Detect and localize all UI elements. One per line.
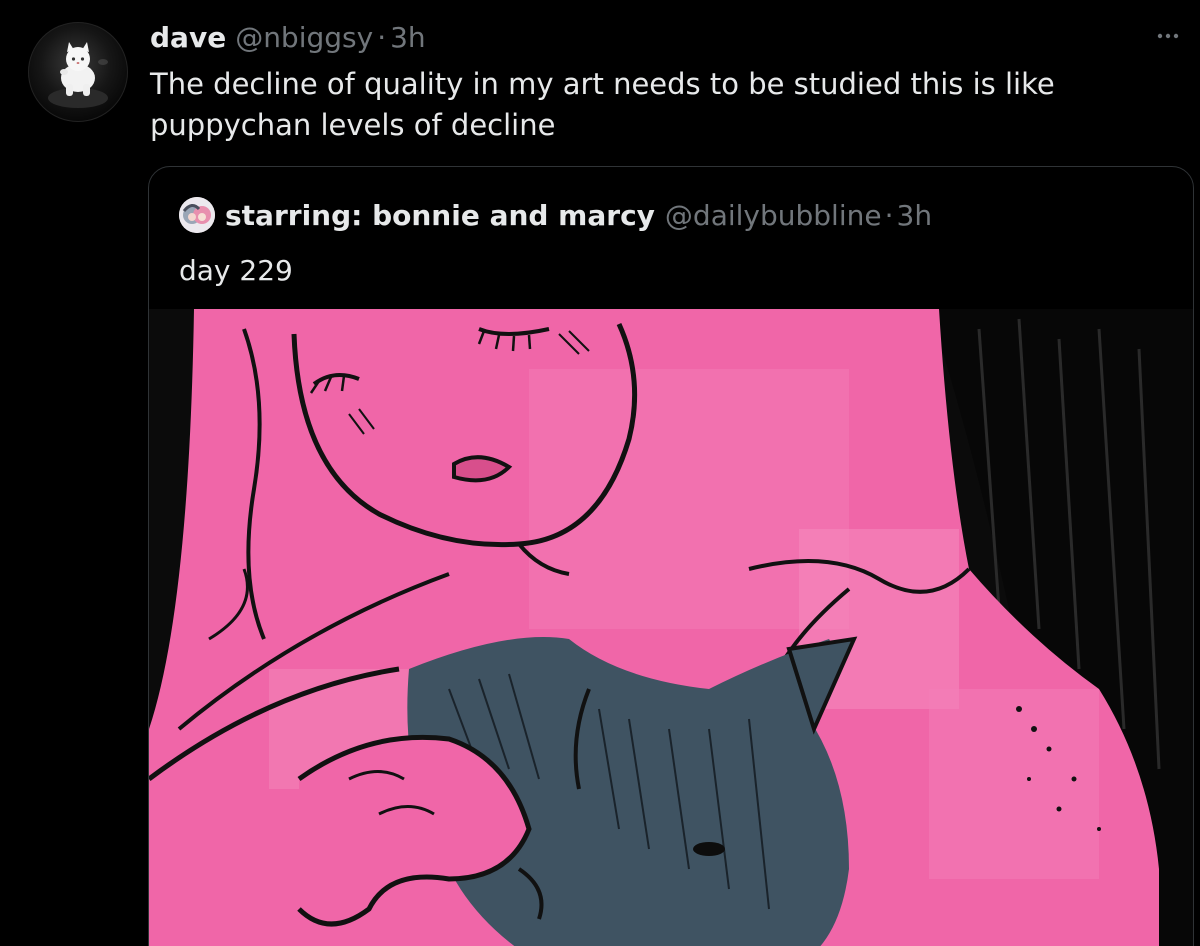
- quoted-author-name[interactable]: starring: bonnie and marcy: [225, 199, 655, 232]
- more-options-button[interactable]: [1152, 26, 1184, 46]
- tweet-header: dave @nbiggsy · 3h: [150, 18, 426, 58]
- quoted-author-avatar[interactable]: [179, 197, 215, 233]
- ellipsis-icon: [1157, 33, 1179, 39]
- artwork-illustration: [149, 309, 1193, 946]
- quoted-tweet-timestamp[interactable]: 3h: [897, 199, 933, 232]
- character-avatar-icon: [179, 197, 215, 233]
- quoted-tweet-image[interactable]: [149, 309, 1193, 946]
- author-name[interactable]: dave: [150, 18, 226, 58]
- quoted-tweet-header: starring: bonnie and marcy @dailybubblin…: [179, 195, 932, 235]
- quoted-tweet-card[interactable]: starring: bonnie and marcy @dailybubblin…: [148, 166, 1194, 946]
- quoted-tweet-text: day 229: [179, 254, 293, 287]
- cat-figurine-icon: [48, 42, 108, 108]
- separator-dot: ·: [377, 21, 387, 54]
- author-handle[interactable]: @nbiggsy: [235, 18, 373, 58]
- quoted-author-handle[interactable]: @dailybubbline: [665, 199, 882, 232]
- separator-dot: ·: [884, 198, 894, 232]
- author-avatar[interactable]: [28, 22, 128, 122]
- tweet-text: The decline of quality in my art needs t…: [150, 67, 1055, 142]
- tweet-timestamp[interactable]: 3h: [390, 18, 426, 58]
